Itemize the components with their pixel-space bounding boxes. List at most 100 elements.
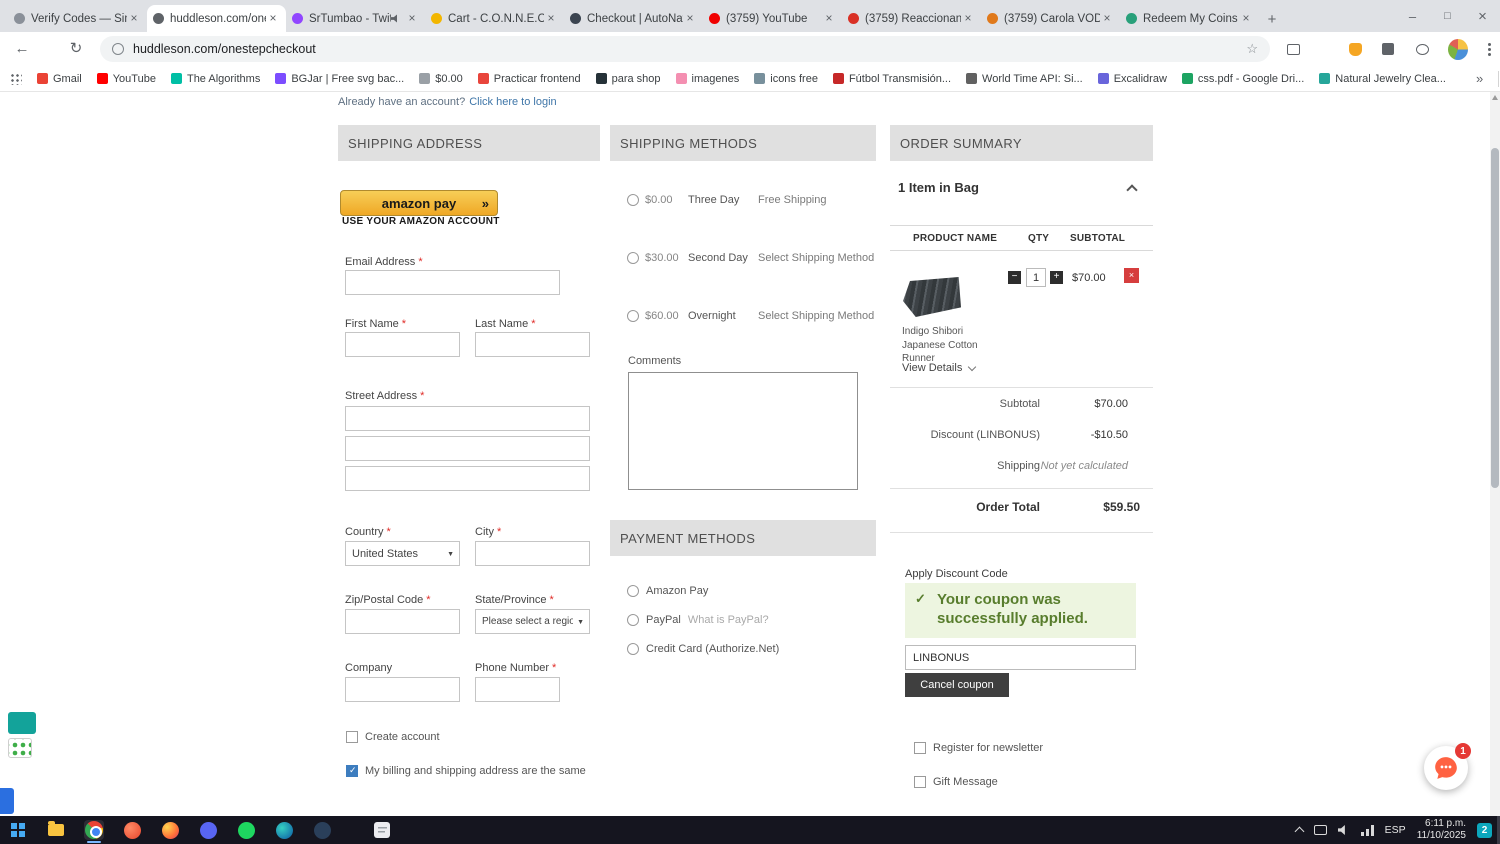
amazon-pay-button[interactable]: amazon pay <box>340 190 498 216</box>
url-text[interactable]: huddleson.com/onestepcheckout <box>133 42 316 56</box>
window-minimize-button[interactable] <box>1395 0 1430 32</box>
first-name-field[interactable] <box>345 332 460 357</box>
street-address-field-1[interactable] <box>345 406 590 431</box>
bag-count-row[interactable]: 1 Item in Bag <box>898 180 1138 196</box>
tab-audio-icon[interactable] <box>391 14 397 23</box>
shipping-radio[interactable] <box>627 194 639 206</box>
browser-tab-1[interactable]: Verify Codes — Simp <box>8 5 147 32</box>
taskbar-dark-app[interactable] <box>312 820 332 840</box>
payment-option-amazon[interactable]: Amazon Pay <box>627 585 708 597</box>
bookmark-item[interactable]: World Time API: Si... <box>966 73 1083 85</box>
browser-tab-4[interactable]: Cart - C.O.N.N.E.C.T. <box>425 5 564 32</box>
shipping-option-overnight[interactable]: $60.00 Overnight Select Shipping Method <box>627 308 877 324</box>
url-bar[interactable]: huddleson.com/onestepcheckout <box>100 36 1270 62</box>
paypal-help-link[interactable]: What is PayPal? <box>688 614 769 626</box>
login-link[interactable]: Click here to login <box>469 96 556 108</box>
last-name-field[interactable] <box>475 332 590 357</box>
bookmark-item[interactable]: icons free <box>754 73 818 85</box>
back-button[interactable] <box>12 39 32 59</box>
taskbar-file-explorer[interactable] <box>46 820 66 840</box>
gift-message-row[interactable]: Gift Message <box>914 776 998 788</box>
street-address-field-3[interactable] <box>345 466 590 491</box>
billing-same-checkbox[interactable] <box>346 765 358 777</box>
billing-same-row[interactable]: My billing and shipping address are the … <box>346 765 586 777</box>
tab-close-icon[interactable] <box>266 12 280 26</box>
country-select[interactable]: United States <box>345 541 460 566</box>
chat-launcher-button[interactable]: 1 <box>1424 743 1471 790</box>
new-tab-button[interactable] <box>1259 6 1285 32</box>
window-close-button[interactable] <box>1465 0 1500 32</box>
newsletter-row[interactable]: Register for newsletter <box>914 742 1043 754</box>
apps-grid-icon[interactable] <box>10 72 22 85</box>
zip-field[interactable] <box>345 609 460 634</box>
browser-tab-7[interactable]: (3759) Reaccionando <box>842 5 981 32</box>
taskbar-browser-red[interactable] <box>122 820 142 840</box>
extensions-puzzle-icon[interactable] <box>1378 39 1398 59</box>
tab-close-icon[interactable] <box>1100 12 1114 26</box>
create-account-row[interactable]: Create account <box>346 731 440 743</box>
window-maximize-button[interactable] <box>1430 0 1465 32</box>
tab-close-icon[interactable] <box>961 12 975 26</box>
browser-tab-6[interactable]: (3759) YouTube <box>703 5 842 32</box>
taskbar-start-button[interactable] <box>8 820 28 840</box>
taskbar-spotify[interactable] <box>236 820 256 840</box>
view-details-toggle[interactable]: View Details <box>902 362 977 374</box>
bookmark-item[interactable]: css.pdf - Google Dri... <box>1181 73 1304 85</box>
tab-close-icon[interactable] <box>683 12 697 26</box>
shipping-option-second-day[interactable]: $30.00 Second Day Select Shipping Method <box>627 250 877 266</box>
discount-code-input[interactable] <box>905 645 1136 670</box>
tab-close-icon[interactable] <box>822 12 836 26</box>
tray-clock[interactable]: 6:11 p.m. 11/10/2025 <box>1417 818 1466 843</box>
site-info-icon[interactable] <box>112 43 124 55</box>
downloads-icon[interactable] <box>1412 39 1432 59</box>
comments-textarea[interactable] <box>628 372 858 490</box>
shipping-radio[interactable] <box>627 310 639 322</box>
bookmark-item[interactable]: YouTube <box>96 73 156 85</box>
tray-network-icon[interactable] <box>1360 824 1374 836</box>
floating-widget-blue[interactable] <box>0 788 14 814</box>
taskbar-discord[interactable] <box>198 820 218 840</box>
payment-radio[interactable] <box>627 614 639 626</box>
menu-kebab-icon[interactable] <box>1479 39 1499 59</box>
email-field[interactable] <box>345 270 560 295</box>
remove-item-button[interactable] <box>1124 268 1139 283</box>
browser-tab-3[interactable]: SrTumbao - Twit <box>286 5 425 32</box>
phone-field[interactable] <box>475 677 560 702</box>
newsletter-checkbox[interactable] <box>914 742 926 754</box>
taskbar-notes-app[interactable] <box>372 820 392 840</box>
tray-display-icon[interactable] <box>1313 825 1327 835</box>
payment-radio[interactable] <box>627 585 639 597</box>
floating-widget-teal[interactable] <box>8 712 36 734</box>
shipping-radio[interactable] <box>627 252 639 264</box>
bookmark-item[interactable]: Natural Jewelry Clea... <box>1319 73 1446 85</box>
payment-option-paypal[interactable]: PayPal What is PayPal? <box>627 614 769 626</box>
tray-volume-icon[interactable] <box>1337 825 1345 835</box>
adblock-shield-icon[interactable] <box>1345 39 1365 59</box>
bookmark-item[interactable]: $0.00 <box>419 73 463 85</box>
floating-widget-grid[interactable] <box>8 738 32 758</box>
profile-avatar[interactable] <box>1448 38 1468 60</box>
tab-close-icon[interactable] <box>544 12 558 26</box>
tray-notifications-badge[interactable]: 2 <box>1477 822 1492 838</box>
cancel-coupon-button[interactable]: Cancel coupon <box>905 673 1009 697</box>
browser-tab-8[interactable]: (3759) Carola VODS <box>981 5 1120 32</box>
payment-radio[interactable] <box>627 643 639 655</box>
tray-expand-chevron-icon[interactable] <box>1294 826 1305 837</box>
city-field[interactable] <box>475 541 590 566</box>
bookmark-item[interactable]: BGJar | Free svg bac... <box>275 73 404 85</box>
collapse-chevron-icon[interactable] <box>1126 183 1138 196</box>
street-address-field-2[interactable] <box>345 436 590 461</box>
bookmark-item[interactable]: The Algorithms <box>170 73 260 85</box>
browser-tab-9[interactable]: Redeem My Coins — <box>1120 5 1259 32</box>
tray-language-indicator[interactable]: ESP <box>1385 824 1406 836</box>
taskbar-firefox[interactable] <box>160 820 180 840</box>
tab-close-icon[interactable] <box>1239 12 1253 26</box>
page-scrollbar[interactable] <box>1490 92 1500 816</box>
company-field[interactable] <box>345 677 460 702</box>
taskbar-chrome[interactable] <box>84 820 104 843</box>
bookmarks-overflow-chevron[interactable] <box>1476 71 1483 86</box>
bookmark-item[interactable]: Excalidraw <box>1097 73 1167 85</box>
qty-increase-button[interactable] <box>1050 271 1063 284</box>
qty-decrease-button[interactable] <box>1008 271 1021 284</box>
scroll-up-arrow[interactable] <box>1492 95 1498 100</box>
